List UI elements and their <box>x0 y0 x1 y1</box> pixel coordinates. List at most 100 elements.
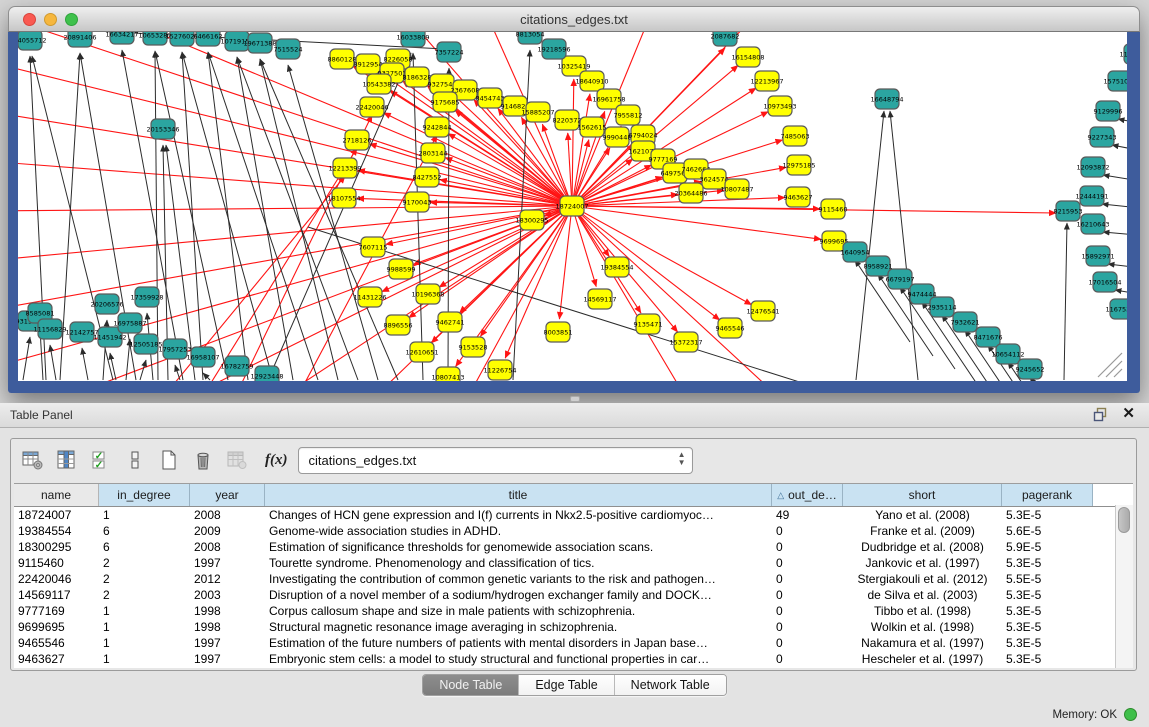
table-cell[interactable]: 0 <box>772 556 843 570</box>
table-cell[interactable]: 0 <box>772 588 843 602</box>
table-cell[interactable]: Estimation of significance thresholds fo… <box>265 540 772 554</box>
close-panel-icon[interactable]: ✕ <box>1122 406 1135 422</box>
column-header-short[interactable]: short <box>843 484 1002 506</box>
tab-node-table[interactable]: Node Table <box>423 675 519 695</box>
table-cell[interactable]: Changes of HCN gene expression and I(f) … <box>265 508 772 522</box>
column-header-pagerank[interactable]: pagerank <box>1002 484 1093 506</box>
show-column-icon[interactable] <box>55 448 79 472</box>
table-cell[interactable]: 5.3E-5 <box>1002 636 1093 650</box>
table-cell[interactable]: Nakamura et al. (1997) <box>843 636 1002 650</box>
select-columns-icon[interactable]: ✓ ✓ <box>89 448 113 472</box>
table-cell[interactable]: 0 <box>772 636 843 650</box>
table-cell[interactable]: Corpus callosum shape and size in male p… <box>265 604 772 618</box>
row-height-icon[interactable] <box>123 448 147 472</box>
table-row[interactable]: 911546021997Tourette syndrome. Phenomeno… <box>14 555 1133 571</box>
table-row[interactable]: 977716911998Corpus callosum shape and si… <box>14 603 1133 619</box>
table-cell[interactable]: 9463627 <box>14 652 99 666</box>
table-cell[interactable]: 0 <box>772 540 843 554</box>
import-table-icon[interactable] <box>225 448 249 472</box>
modify-table-icon[interactable] <box>21 448 45 472</box>
table-cell[interactable]: Estimation of the future numbers of pati… <box>265 636 772 650</box>
table-cell[interactable]: Tourette syndrome. Phenomenology and cla… <box>265 556 772 570</box>
network-canvas[interactable]: 8860128891295482260589327503818632810543… <box>18 32 1127 381</box>
table-cell[interactable]: Embryonic stem cells: a model to study s… <box>265 652 772 666</box>
table-cell[interactable]: 0 <box>772 604 843 618</box>
column-header-out_de[interactable]: △out_de… <box>772 484 843 506</box>
table-cell[interactable]: 5.3E-5 <box>1002 588 1093 602</box>
table-cell[interactable]: 2 <box>99 556 190 570</box>
new-table-icon[interactable] <box>157 448 181 472</box>
function-builder-icon[interactable]: f(x) <box>265 452 288 469</box>
table-row[interactable]: 1456911722003Disruption of a novel membe… <box>14 587 1133 603</box>
table-row[interactable]: 1872400712008Changes of HCN gene express… <box>14 507 1133 523</box>
table-cell[interactable]: 2 <box>99 572 190 586</box>
table-cell[interactable]: 5.3E-5 <box>1002 620 1093 634</box>
table-cell[interactable]: 9115460 <box>14 556 99 570</box>
table-cell[interactable]: Wolkin et al. (1998) <box>843 620 1002 634</box>
table-cell[interactable]: 2008 <box>190 540 265 554</box>
column-header-name[interactable]: name <box>14 484 99 506</box>
table-cell[interactable]: 14569117 <box>14 588 99 602</box>
table-cell[interactable]: 1 <box>99 636 190 650</box>
table-cell[interactable]: Structural magnetic resonance image aver… <box>265 620 772 634</box>
table-cell[interactable]: 2008 <box>190 508 265 522</box>
float-window-icon[interactable] <box>1093 407 1108 422</box>
table-cell[interactable]: 0 <box>772 652 843 666</box>
table-cell[interactable]: 2003 <box>190 588 265 602</box>
table-cell[interactable]: 2012 <box>190 572 265 586</box>
table-cell[interactable]: Franke et al. (2009) <box>843 524 1002 538</box>
table-row[interactable]: 1830029562008Estimation of significance … <box>14 539 1133 555</box>
table-cell[interactable]: 5.3E-5 <box>1002 556 1093 570</box>
table-cell[interactable]: Investigating the contribution of common… <box>265 572 772 586</box>
table-cell[interactable]: 9465546 <box>14 636 99 650</box>
delete-table-icon[interactable] <box>191 448 215 472</box>
table-cell[interactable]: 5.3E-5 <box>1002 508 1093 522</box>
table-row[interactable]: 946554611997Estimation of the future num… <box>14 635 1133 651</box>
table-cell[interactable]: de Silva et al. (2003) <box>843 588 1002 602</box>
table-cell[interactable]: 1 <box>99 508 190 522</box>
column-header-in_degree[interactable]: in_degree <box>99 484 190 506</box>
table-cell[interactable]: 5.6E-5 <box>1002 524 1093 538</box>
table-cell[interactable]: Stergiakouli et al. (2012) <box>843 572 1002 586</box>
table-row[interactable]: 969969511998Structural magnetic resonanc… <box>14 619 1133 635</box>
table-cell[interactable]: 5.5E-5 <box>1002 572 1093 586</box>
citation-network-graph[interactable]: 8860128891295482260589327503818632810543… <box>18 32 1127 381</box>
table-row[interactable]: 946362711997Embryonic stem cells: a mode… <box>14 651 1133 667</box>
table-cell[interactable]: 0 <box>772 572 843 586</box>
panel-splitter[interactable] <box>0 393 1149 403</box>
table-cell[interactable]: Yano et al. (2008) <box>843 508 1002 522</box>
vertical-scrollbar[interactable] <box>1115 505 1133 668</box>
table-cell[interactable]: 5.3E-5 <box>1002 652 1093 666</box>
table-row[interactable]: 1938455462009Genome-wide association stu… <box>14 523 1133 539</box>
table-cell[interactable]: 9777169 <box>14 604 99 618</box>
canvas-resize-grip[interactable] <box>1098 353 1122 377</box>
table-cell[interactable]: 0 <box>772 524 843 538</box>
table-cell[interactable]: 9699695 <box>14 620 99 634</box>
tab-edge-table[interactable]: Edge Table <box>519 675 614 695</box>
window-titlebar[interactable]: citations_edges.txt <box>8 6 1140 32</box>
table-cell[interactable]: 1997 <box>190 636 265 650</box>
table-cell[interactable]: 1 <box>99 620 190 634</box>
table-cell[interactable]: 1997 <box>190 556 265 570</box>
table-cell[interactable]: Dudbridge et al. (2008) <box>843 540 1002 554</box>
table-cell[interactable]: 18724007 <box>14 508 99 522</box>
table-cell[interactable]: 2 <box>99 588 190 602</box>
table-cell[interactable]: 49 <box>772 508 843 522</box>
table-row[interactable]: 2242004622012Investigating the contribut… <box>14 571 1133 587</box>
table-cell[interactable]: Jankovic et al. (1997) <box>843 556 1002 570</box>
column-header-year[interactable]: year <box>190 484 265 506</box>
table-cell[interactable]: 0 <box>772 620 843 634</box>
column-header-title[interactable]: title <box>265 484 772 506</box>
table-cell[interactable]: 6 <box>99 540 190 554</box>
table-cell[interactable]: 6 <box>99 524 190 538</box>
table-select-dropdown[interactable]: citations_edges.txt ▲▼ <box>298 447 693 474</box>
table-cell[interactable]: Tibbo et al. (1998) <box>843 604 1002 618</box>
table-cell[interactable]: 2009 <box>190 524 265 538</box>
table-cell[interactable]: 1997 <box>190 652 265 666</box>
table-cell[interactable]: 5.9E-5 <box>1002 540 1093 554</box>
table-cell[interactable]: 19384554 <box>14 524 99 538</box>
table-cell[interactable]: Hescheler et al. (1997) <box>843 652 1002 666</box>
table-cell[interactable]: 1998 <box>190 604 265 618</box>
table-cell[interactable]: 5.3E-5 <box>1002 604 1093 618</box>
table-cell[interactable]: 1 <box>99 652 190 666</box>
